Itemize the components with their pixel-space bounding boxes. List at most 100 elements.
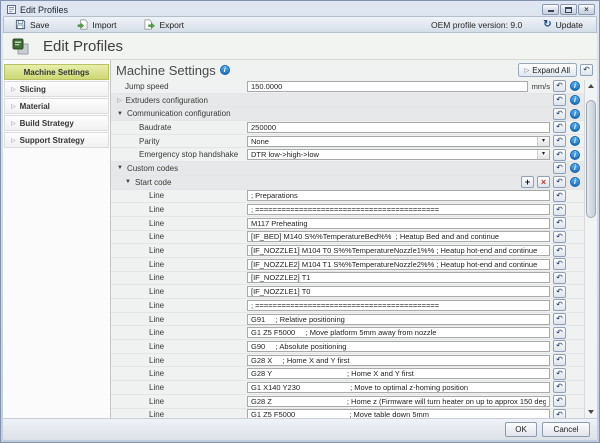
minimize-button[interactable] bbox=[542, 4, 559, 15]
revert-button[interactable]: ↶ bbox=[553, 381, 566, 393]
revert-button[interactable]: ↶ bbox=[553, 80, 566, 92]
revert-button[interactable]: ↶ bbox=[553, 245, 566, 257]
gcode-line-input[interactable] bbox=[247, 204, 550, 215]
gcode-line-input[interactable] bbox=[247, 341, 550, 352]
setting-label: Line bbox=[149, 205, 164, 214]
jump-speed-input[interactable] bbox=[247, 81, 528, 92]
scroll-up-button[interactable] bbox=[585, 80, 597, 92]
collapse-icon[interactable]: ▼ bbox=[117, 165, 123, 171]
info-icon[interactable]: i bbox=[220, 65, 230, 75]
close-button[interactable]: × bbox=[578, 4, 595, 15]
info-icon[interactable]: i bbox=[570, 177, 580, 187]
export-button[interactable]: Export bbox=[137, 17, 191, 32]
revert-button[interactable]: ↶ bbox=[553, 176, 566, 188]
sidebar-item-slicing[interactable]: ▷Slicing bbox=[4, 81, 109, 97]
revert-button[interactable]: ↶ bbox=[553, 340, 566, 352]
collapse-icon[interactable]: ▼ bbox=[117, 111, 123, 117]
revert-button[interactable]: ↶ bbox=[553, 354, 566, 366]
titlebar[interactable]: Edit Profiles × bbox=[3, 3, 597, 16]
revert-button[interactable]: ↶ bbox=[553, 327, 566, 339]
import-button[interactable]: Import bbox=[70, 17, 123, 32]
revert-button[interactable]: ↶ bbox=[553, 272, 566, 284]
revert-button[interactable]: ↶ bbox=[553, 258, 566, 270]
revert-button[interactable]: ↶ bbox=[553, 286, 566, 298]
line-row: Line↶i bbox=[111, 326, 584, 340]
revert-button[interactable]: ↶ bbox=[553, 231, 566, 243]
save-button[interactable]: Save bbox=[8, 17, 56, 32]
gcode-line-input[interactable] bbox=[247, 218, 550, 229]
info-icon[interactable]: i bbox=[570, 163, 580, 173]
category-row: ▼Start code+×↶i bbox=[111, 176, 584, 190]
sidebar-item-support-strategy[interactable]: ▷Support Strategy bbox=[4, 132, 109, 148]
revert-button[interactable]: ↶ bbox=[553, 135, 566, 147]
setting-label: Line bbox=[149, 397, 164, 406]
gcode-line-input[interactable] bbox=[247, 368, 550, 379]
info-icon[interactable]: i bbox=[570, 122, 580, 132]
setting-label: Line bbox=[149, 410, 164, 418]
gcode-line-input[interactable] bbox=[247, 231, 550, 242]
revert-button[interactable]: ↶ bbox=[553, 204, 566, 216]
sidebar-item-material[interactable]: ▷Material bbox=[4, 98, 109, 114]
expand-all-button[interactable]: ▷ Expand All bbox=[518, 63, 577, 77]
sidebar-item-label: Machine Settings bbox=[24, 68, 90, 77]
info-icon[interactable]: i bbox=[570, 81, 580, 91]
gcode-line-input[interactable] bbox=[247, 382, 550, 393]
expand-icon[interactable]: ▷ bbox=[117, 97, 122, 104]
gcode-line-input[interactable] bbox=[247, 272, 550, 283]
add-line-button[interactable]: + bbox=[521, 176, 534, 188]
expander-icon: ▷ bbox=[11, 103, 16, 110]
info-icon[interactable]: i bbox=[570, 136, 580, 146]
setting-label: Line bbox=[149, 287, 164, 296]
info-icon[interactable]: i bbox=[570, 150, 580, 160]
gcode-line-input[interactable] bbox=[247, 355, 550, 366]
revert-button[interactable]: ↶ bbox=[553, 94, 566, 106]
revert-button[interactable]: ↶ bbox=[553, 149, 566, 161]
setting-row: ParityNone▾↶i bbox=[111, 135, 584, 149]
line-row: Line↶i bbox=[111, 258, 584, 272]
gcode-line-input[interactable] bbox=[247, 300, 550, 311]
delete-line-button[interactable]: × bbox=[537, 176, 550, 188]
sidebar-item-build-strategy[interactable]: ▷Build Strategy bbox=[4, 115, 109, 131]
gcode-line-input[interactable] bbox=[247, 245, 550, 256]
revert-button[interactable]: ↶ bbox=[553, 162, 566, 174]
oem-version-label: OEM profile version: 9.0 bbox=[431, 20, 522, 30]
info-icon[interactable]: i bbox=[570, 109, 580, 119]
revert-button[interactable]: ↶ bbox=[553, 395, 566, 407]
revert-button[interactable]: ↶ bbox=[553, 313, 566, 325]
info-icon[interactable]: i bbox=[570, 95, 580, 105]
collapse-icon[interactable]: ▼ bbox=[125, 179, 131, 185]
revert-button[interactable]: ↶ bbox=[553, 299, 566, 311]
revert-button[interactable]: ↶ bbox=[553, 409, 566, 418]
revert-button[interactable]: ↶ bbox=[553, 121, 566, 133]
ok-button[interactable]: OK bbox=[505, 422, 537, 437]
gcode-line-input[interactable] bbox=[247, 314, 550, 325]
parity-select[interactable]: None▾ bbox=[247, 136, 550, 147]
update-button[interactable]: ↻ Update bbox=[536, 18, 590, 32]
sidebar-item-machine-settings[interactable]: Machine Settings bbox=[4, 64, 109, 80]
revert-all-button[interactable]: ↶ bbox=[580, 64, 593, 76]
revert-button[interactable]: ↶ bbox=[553, 190, 566, 202]
close-icon: × bbox=[584, 6, 589, 14]
maximize-button[interactable] bbox=[560, 4, 577, 15]
cancel-button[interactable]: Cancel bbox=[542, 422, 590, 437]
gcode-line-input[interactable] bbox=[247, 409, 550, 418]
gcode-line-input[interactable] bbox=[247, 396, 550, 407]
scrollbar-thumb[interactable] bbox=[586, 100, 596, 218]
gcode-line-input[interactable] bbox=[247, 259, 550, 270]
gcode-line-input[interactable] bbox=[247, 286, 550, 297]
gcode-line-input[interactable] bbox=[247, 190, 550, 201]
settings-panel: Machine Settings i ▷ Expand All ↶ Jump s… bbox=[111, 60, 597, 418]
emergency-stop-handshake-select[interactable]: DTR low->high->low▾ bbox=[247, 149, 550, 160]
gcode-line-input[interactable] bbox=[247, 327, 550, 338]
revert-button[interactable]: ↶ bbox=[553, 108, 566, 120]
scroll-down-button[interactable] bbox=[585, 406, 597, 418]
baudrate-input[interactable] bbox=[247, 122, 550, 133]
revert-button[interactable]: ↶ bbox=[553, 368, 566, 380]
line-row: Line↶i bbox=[111, 272, 584, 286]
scrollbar[interactable] bbox=[584, 80, 597, 418]
line-row: Line↶i bbox=[111, 340, 584, 354]
revert-button[interactable]: ↶ bbox=[553, 217, 566, 229]
scrollbar-track[interactable] bbox=[585, 92, 597, 406]
line-row: Line↶i bbox=[111, 395, 584, 409]
update-label: Update bbox=[556, 20, 583, 30]
